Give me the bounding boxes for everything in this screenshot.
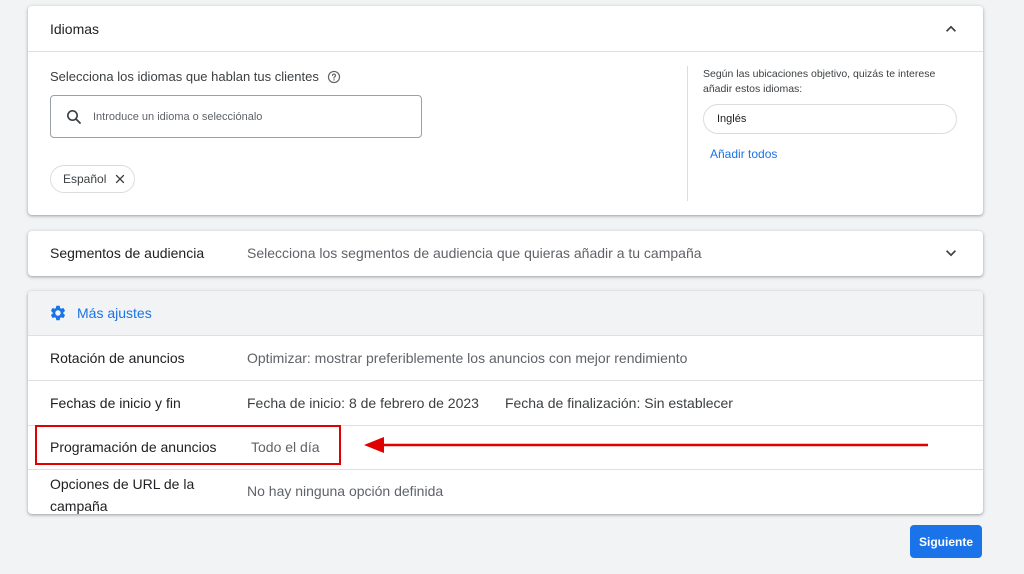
- more-settings-label: Más ajustes: [77, 305, 152, 321]
- campaign-url-options-row[interactable]: Opciones de URL de la campaña No hay nin…: [28, 469, 983, 514]
- start-end-dates-row[interactable]: Fechas de inicio y fin Fecha de inicio: …: [28, 381, 983, 426]
- language-chip-espanol: Español: [50, 165, 136, 193]
- add-all-languages-link[interactable]: Añadir todos: [710, 147, 777, 161]
- help-icon[interactable]: [327, 70, 341, 84]
- campaign-url-options-value: No hay ninguna opción definida: [247, 483, 444, 499]
- languages-prompt: Selecciona los idiomas que hablan tus cl…: [50, 69, 341, 84]
- start-date-value: Fecha de inicio: 8 de febrero de 2023: [247, 395, 479, 411]
- search-icon: [67, 109, 81, 124]
- language-chip-label: Español: [63, 172, 107, 186]
- chevron-up-icon[interactable]: [941, 19, 961, 39]
- end-date-value: Fecha de finalización: Sin establecer: [504, 395, 733, 411]
- close-icon[interactable]: [114, 173, 126, 185]
- vertical-divider: [687, 66, 688, 201]
- next-button[interactable]: Siguiente: [910, 525, 982, 558]
- languages-card: Idiomas Selecciona los idiomas que habla…: [28, 6, 983, 215]
- ad-rotation-row[interactable]: Rotación de anuncios Optimizar: mostrar …: [28, 336, 983, 381]
- chevron-down-icon[interactable]: [941, 243, 961, 263]
- language-search-field[interactable]: [50, 95, 422, 138]
- audience-segments-value: Selecciona los segmentos de audiencia qu…: [247, 245, 702, 261]
- languages-title: Idiomas: [50, 21, 100, 37]
- ad-rotation-label: Rotación de anuncios: [50, 350, 185, 366]
- language-search-input[interactable]: [91, 109, 395, 124]
- annotation-highlight-box: [35, 425, 341, 465]
- more-settings-card: Más ajustes Rotación de anuncios Optimiz…: [28, 291, 983, 514]
- campaign-url-options-label: Opciones de URL de la campaña: [50, 476, 195, 514]
- start-end-dates-label: Fechas de inicio y fin: [50, 395, 181, 411]
- gear-icon: [50, 305, 66, 321]
- start-end-dates-value: Fecha de inicio: 8 de febrero de 2023 Fec…: [247, 395, 733, 411]
- language-suggestion-text: Según las ubicaciones objetivo, quizás t…: [703, 68, 936, 95]
- audience-segments-card[interactable]: Segmentos de audiencia Selecciona los se…: [28, 231, 983, 276]
- languages-header[interactable]: Idiomas: [28, 6, 983, 52]
- audience-segments-label: Segmentos de audiencia: [50, 245, 205, 261]
- more-settings-header[interactable]: Más ajustes: [28, 291, 983, 336]
- ad-rotation-value: Optimizar: mostrar preferiblemente los a…: [247, 350, 688, 366]
- languages-prompt-text: Selecciona los idiomas que hablan tus cl…: [50, 69, 319, 84]
- suggested-language-chip[interactable]: Inglés: [703, 104, 957, 134]
- annotation-arrow: [364, 437, 928, 453]
